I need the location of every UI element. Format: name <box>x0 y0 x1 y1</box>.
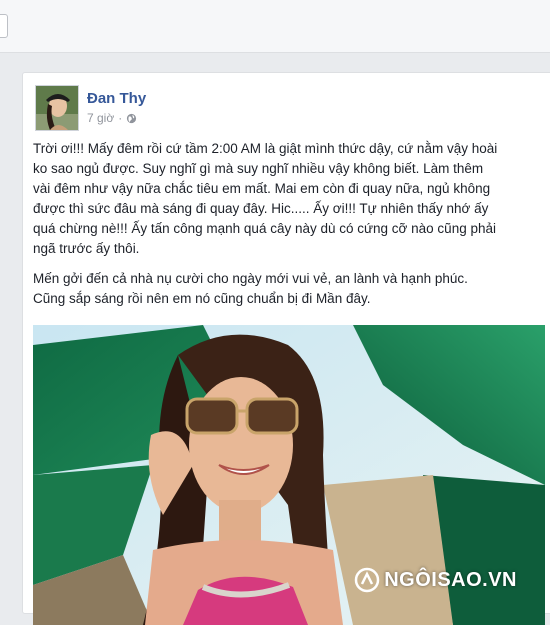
post-paragraph-1: Trời ơi!!! Mấy đêm rồi cứ tầm 2:00 AM là… <box>33 141 498 256</box>
post-paragraph-2: Mến gởi đến cả nhà nụ cười cho ngày mới … <box>33 271 468 306</box>
watermark-logo-icon <box>354 567 380 593</box>
post-body: Trời ơi!!! Mấy đêm rồi cứ tầm 2:00 AM là… <box>33 139 550 319</box>
post-card: Đan Thy 7 giờ · Trời ơi!!! Mấy đêm rồi c… <box>22 72 550 625</box>
search-input[interactable] <box>0 14 8 38</box>
avatar-image <box>36 86 78 130</box>
avatar[interactable] <box>35 85 79 131</box>
watermark-text: NGÔISAO.VN <box>384 568 517 591</box>
author-name[interactable]: Đan Thy <box>87 90 146 107</box>
watermark: NGÔISAO.VN <box>354 567 517 593</box>
globe-icon[interactable] <box>126 113 137 124</box>
post-meta: 7 giờ · <box>87 111 137 125</box>
post-photo[interactable]: NGÔISAO.VN <box>33 325 545 625</box>
meta-separator: · <box>118 111 123 125</box>
post-time[interactable]: 7 giờ <box>87 111 114 125</box>
top-bar <box>0 0 550 53</box>
